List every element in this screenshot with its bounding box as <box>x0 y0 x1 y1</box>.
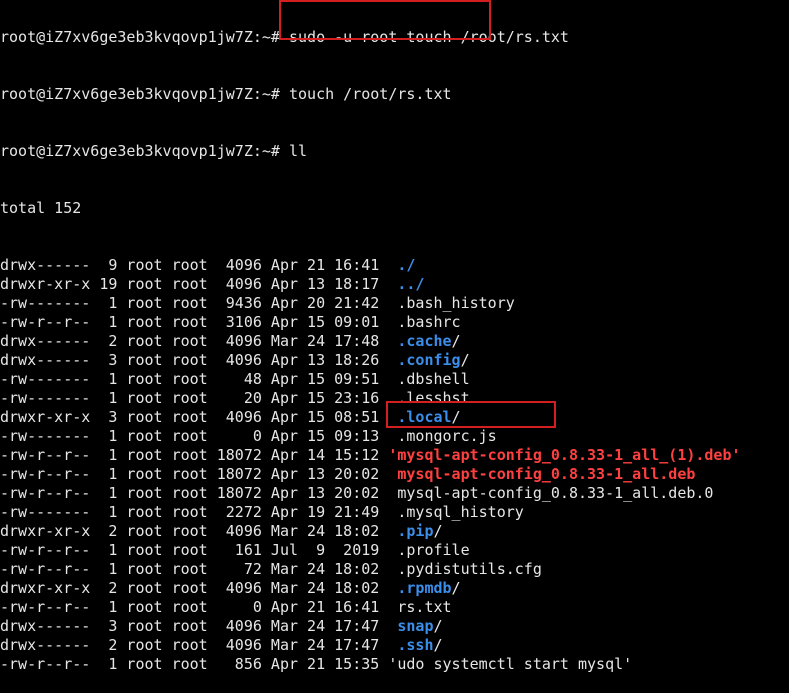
file-entry-meta: -rw-r--r-- 1 root root 856 Apr 21 15:35 <box>0 655 389 673</box>
file-entry-row: -rw-r--r-- 1 root root 161 Jul 9 2019 .p… <box>0 541 789 560</box>
file-entry-meta: -rw------- 1 root root 9436 Apr 20 21:42 <box>0 294 398 312</box>
file-entry-meta: -rw-r--r-- 1 root root 18072 Apr 14 15:1… <box>0 446 389 464</box>
file-entry-row: -rw-r--r-- 1 root root 3106 Apr 15 09:01… <box>0 313 789 332</box>
file-entry-row: drwx------ 3 root root 4096 Apr 13 18:26… <box>0 351 789 370</box>
file-entry-meta: drwx------ 2 root root 4096 Mar 24 17:47 <box>0 636 398 654</box>
file-entry-row: -rw-r--r-- 1 root root 0 Apr 21 16:41 rs… <box>0 598 789 617</box>
file-entry-meta: -rw------- 1 root root 20 Apr 15 23:16 <box>0 389 398 407</box>
file-entry-name: .mysql_history <box>397 503 524 521</box>
listing-total: total 152 <box>0 199 82 217</box>
file-entry-meta: drwx------ 3 root root 4096 Mar 24 17:47 <box>0 617 398 635</box>
file-entry-row: -rw------- 1 root root 48 Apr 15 09:51 .… <box>0 370 789 389</box>
file-entry-row: drwx------ 2 root root 4096 Mar 24 17:47… <box>0 636 789 655</box>
file-entry-row: -rw------- 1 root root 0 Apr 15 09:13 .m… <box>0 427 789 446</box>
file-entry-name: .pip <box>397 522 434 540</box>
file-entry-suffix: / <box>460 351 470 369</box>
file-entry-row: drwxr-xr-x 2 root root 4096 Mar 24 18:02… <box>0 522 789 541</box>
file-entry-name: rs.txt <box>397 598 452 616</box>
file-entry-meta: drwxr-xr-x 2 root root 4096 Mar 24 18:02 <box>0 579 398 597</box>
terminal-command-line-ll: root@iZ7xv6ge3eb3kvqovp1jw7Z:~# ll <box>0 142 789 161</box>
file-entry-suffix: / <box>451 332 461 350</box>
file-entry-name: .bash_history <box>397 294 515 312</box>
file-entry-name: .profile <box>397 541 470 559</box>
file-entry-suffix: / <box>451 579 461 597</box>
terminal-line-partial: root@iZ7xv6ge3eb3kvqovp1jw7Z:~# sudo -u … <box>0 28 569 46</box>
file-entry-meta: drwxr-xr-x 2 root root 4096 Mar 24 18:02 <box>0 522 398 540</box>
file-entry-name: .pydistutils.cfg <box>397 560 542 578</box>
file-entry-row: -rw-r--r-- 1 root root 856 Apr 21 15:35 … <box>0 655 789 674</box>
terminal-command-line-touch: root@iZ7xv6ge3eb3kvqovp1jw7Z:~# touch /r… <box>0 85 789 104</box>
file-entry-meta: -rw-r--r-- 1 root root 0 Apr 21 16:41 <box>0 598 398 616</box>
file-entry-meta: -rw-r--r-- 1 root root 18072 Apr 13 20:0… <box>0 465 398 483</box>
file-entry-meta: drwxr-xr-x 3 root root 4096 Apr 15 08:51 <box>0 408 398 426</box>
file-entry-row: -rw------- 1 root root 2272 Apr 19 21:49… <box>0 503 789 522</box>
file-entry-row: -rw-r--r-- 1 root root 18072 Apr 14 15:1… <box>0 446 789 465</box>
shell-prompt: root@iZ7xv6ge3eb3kvqovp1jw7Z:~# <box>0 142 289 160</box>
file-entry-name: .cache <box>397 332 452 350</box>
file-entry-meta: -rw-r--r-- 1 root root 18072 Apr 13 20:0… <box>0 484 398 502</box>
file-entry-suffix: / <box>433 617 443 635</box>
file-entry-name: mysql-apt-config_0.8.33-1_all.deb.0 <box>397 484 714 502</box>
command-text: touch /root/rs.txt <box>288 85 452 103</box>
file-entry-row: drwx------ 2 root root 4096 Mar 24 17:48… <box>0 332 789 351</box>
file-entry-name: .rpmdb <box>397 579 452 597</box>
file-entry-name: .lesshst <box>397 389 470 407</box>
file-entry-name: .config <box>397 351 461 369</box>
file-entry-meta: drwx------ 9 root root 4096 Apr 21 16:41 <box>0 256 398 274</box>
file-entry-name: .mongorc.js <box>397 427 497 445</box>
file-entry-name: .bashrc <box>397 313 461 331</box>
file-entry-row: drwx------ 9 root root 4096 Apr 21 16:41… <box>0 256 789 275</box>
file-entry-meta: drwx------ 3 root root 4096 Apr 13 18:26 <box>0 351 398 369</box>
file-listing: drwx------ 9 root root 4096 Apr 21 16:41… <box>0 256 789 674</box>
file-entry-suffix: / <box>433 522 443 540</box>
file-entry-meta: drwxr-xr-x 19 root root 4096 Apr 13 18:1… <box>0 275 398 293</box>
shell-prompt: root@iZ7xv6ge3eb3kvqovp1jw7Z:~# <box>0 85 289 103</box>
file-entry-row: -rw-r--r-- 1 root root 18072 Apr 13 20:0… <box>0 465 789 484</box>
file-entry-row: drwxr-xr-x 2 root root 4096 Mar 24 18:02… <box>0 579 789 598</box>
file-entry-name: ./ <box>397 256 416 274</box>
file-entry-meta: -rw-r--r-- 1 root root 3106 Apr 15 09:01 <box>0 313 398 331</box>
file-entry-row: drwxr-xr-x 3 root root 4096 Apr 15 08:51… <box>0 408 789 427</box>
file-entry-meta: -rw-r--r-- 1 root root 72 Mar 24 18:02 <box>0 560 398 578</box>
file-entry-row: -rw------- 1 root root 20 Apr 15 23:16 .… <box>0 389 789 408</box>
file-entry-name: .local <box>397 408 452 426</box>
file-entry-name: .ssh <box>397 636 434 654</box>
file-entry-name: mysql-apt-config_0.8.33-1_all.deb <box>397 465 696 483</box>
file-entry-name: 'mysql-apt-config_0.8.33-1_all_(1).deb' <box>388 446 741 464</box>
terminal-output[interactable]: root@iZ7xv6ge3eb3kvqovp1jw7Z:~# sudo -u … <box>0 0 789 693</box>
file-entry-meta: drwx------ 2 root root 4096 Mar 24 17:48 <box>0 332 398 350</box>
file-entry-meta: -rw-r--r-- 1 root root 161 Jul 9 2019 <box>0 541 398 559</box>
command-text: ll <box>288 142 308 160</box>
file-entry-row: drwx------ 3 root root 4096 Mar 24 17:47… <box>0 617 789 636</box>
file-entry-row: -rw-r--r-- 1 root root 18072 Apr 13 20:0… <box>0 484 789 503</box>
file-entry-row: drwxr-xr-x 19 root root 4096 Apr 13 18:1… <box>0 275 789 294</box>
file-entry-name: snap <box>397 617 434 635</box>
file-entry-name: 'udo systemctl start mysql' <box>388 655 633 673</box>
file-entry-name: ../ <box>397 275 425 293</box>
file-entry-suffix: / <box>451 408 461 426</box>
file-entry-meta: -rw------- 1 root root 48 Apr 15 09:51 <box>0 370 398 388</box>
file-entry-row: -rw------- 1 root root 9436 Apr 20 21:42… <box>0 294 789 313</box>
file-entry-name: .dbshell <box>397 370 470 388</box>
file-entry-meta: -rw------- 1 root root 2272 Apr 19 21:49 <box>0 503 398 521</box>
file-entry-meta: -rw------- 1 root root 0 Apr 15 09:13 <box>0 427 398 445</box>
file-entry-row: -rw-r--r-- 1 root root 72 Mar 24 18:02 .… <box>0 560 789 579</box>
file-entry-suffix: / <box>433 636 443 654</box>
